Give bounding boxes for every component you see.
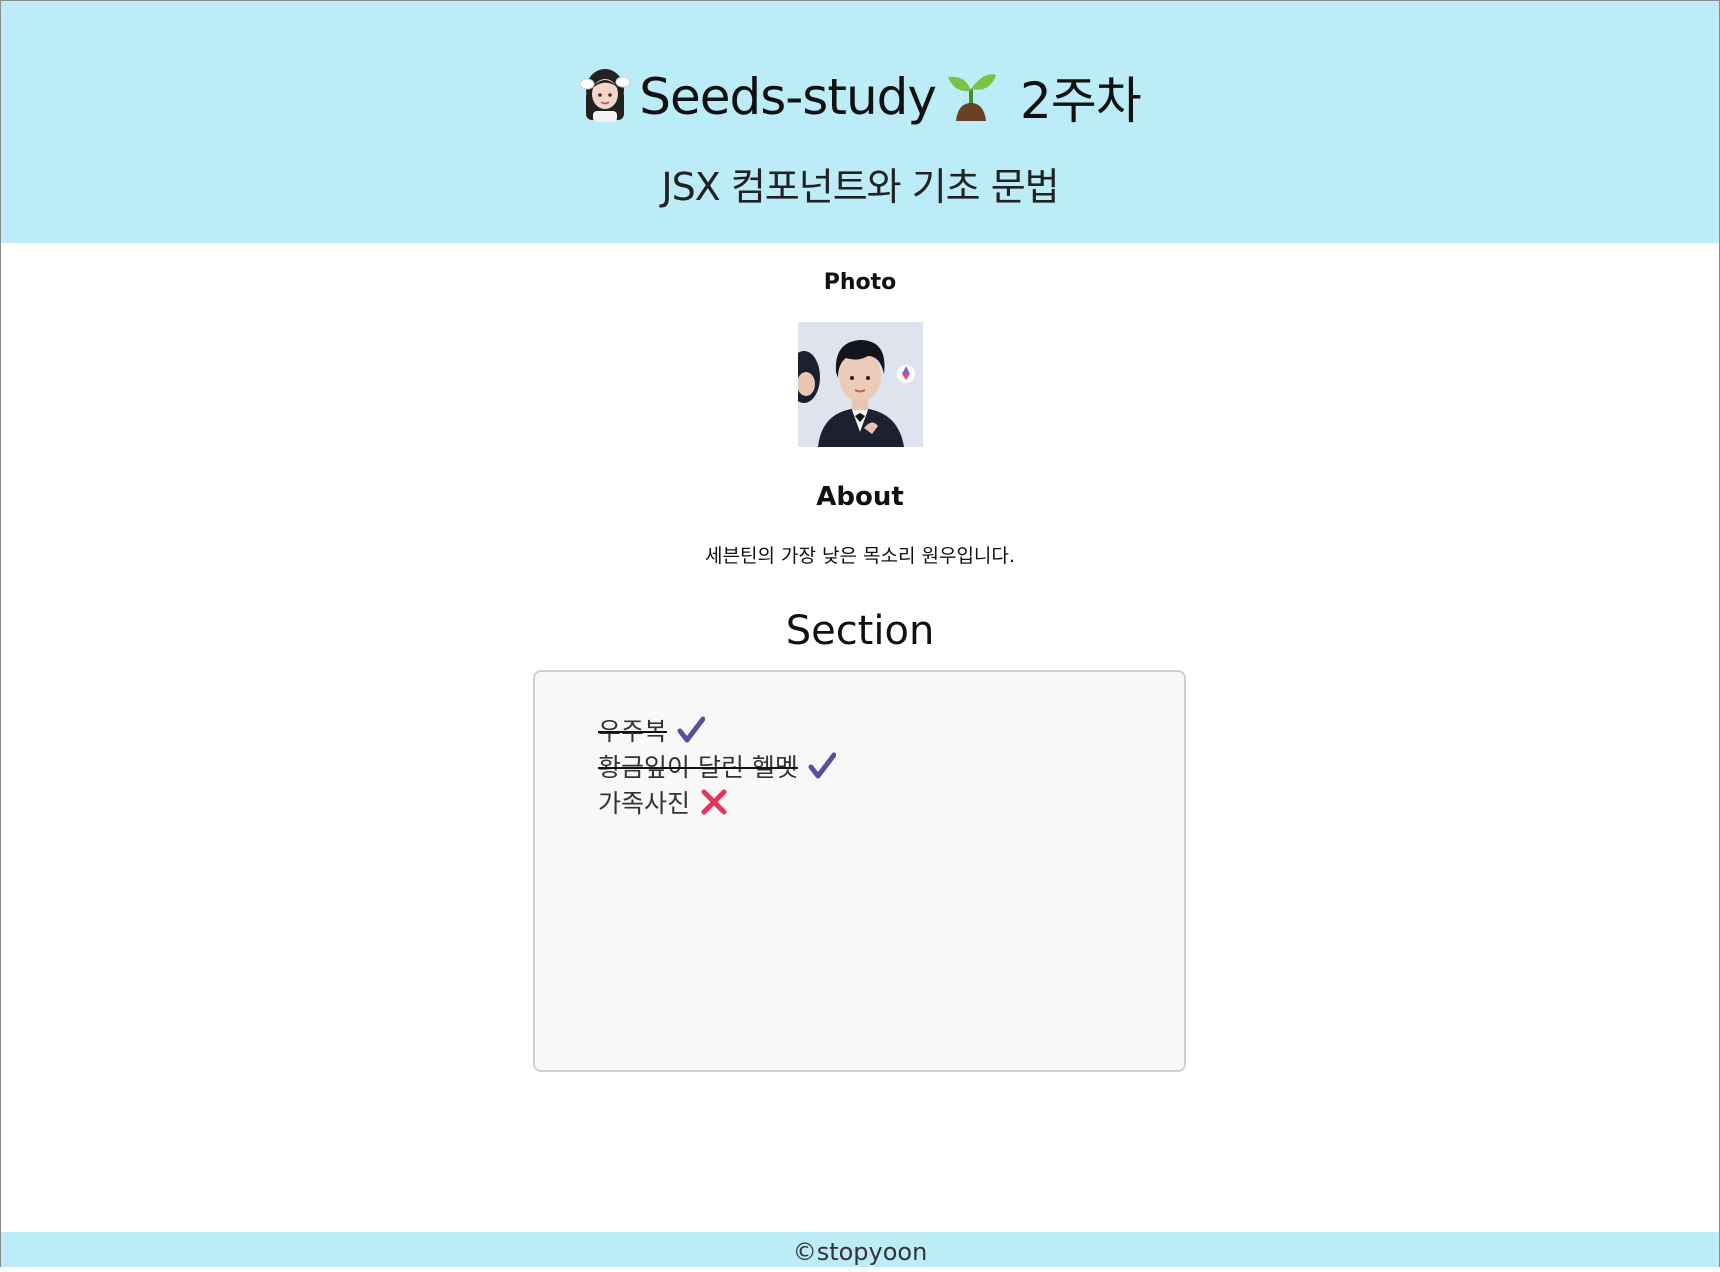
list-item-label: 우주복 — [598, 717, 668, 746]
check-icon — [808, 752, 837, 780]
page-subtitle: JSX 컴포넌트와 기초 문법 — [661, 165, 1059, 209]
title-text: Seeds-study — [639, 68, 937, 126]
page-title: Seeds-study 2주차 — [1, 61, 1719, 133]
section-heading: Section — [785, 608, 935, 654]
person-emoji-icon — [579, 68, 631, 126]
list-item: 황금잎이 달린 헬멧 — [598, 748, 837, 784]
checklist: 우주복 황금잎이 달린 헬멧 가족사진 — [598, 712, 837, 820]
title-suffix: 2주차 — [1019, 72, 1142, 130]
photo-heading: Photo — [823, 270, 897, 295]
seedling-icon — [944, 67, 998, 127]
footer-copyright: ©stopyoon — [792, 1238, 928, 1266]
list-item: 우주복 — [598, 712, 836, 748]
page-header: Seeds-study 2주차 JSX 컴포넌트와 기초 문법 — [1, 1, 1719, 243]
section-box: 우주복 황금잎이 달린 헬멧 가족사진 — [533, 670, 1186, 1072]
about-heading: About — [816, 482, 904, 512]
list-item-label: 황금잎이 달린 헬멧 — [598, 753, 798, 782]
list-item-content: 우주복 — [598, 712, 706, 748]
cross-icon — [700, 788, 728, 816]
list-item-content: 황금잎이 달린 헬멧 — [598, 748, 837, 784]
list-item-label: 가족사진 — [598, 789, 691, 818]
check-icon — [677, 716, 706, 744]
list-item: 가족사진 — [598, 784, 836, 820]
page-footer: ©stopyoon — [1, 1232, 1719, 1267]
about-text: 세븐틴의 가장 낮은 목소리 원우입니다. — [705, 545, 1015, 567]
profile-photo — [798, 322, 923, 447]
list-item-content: 가족사진 — [598, 784, 728, 820]
